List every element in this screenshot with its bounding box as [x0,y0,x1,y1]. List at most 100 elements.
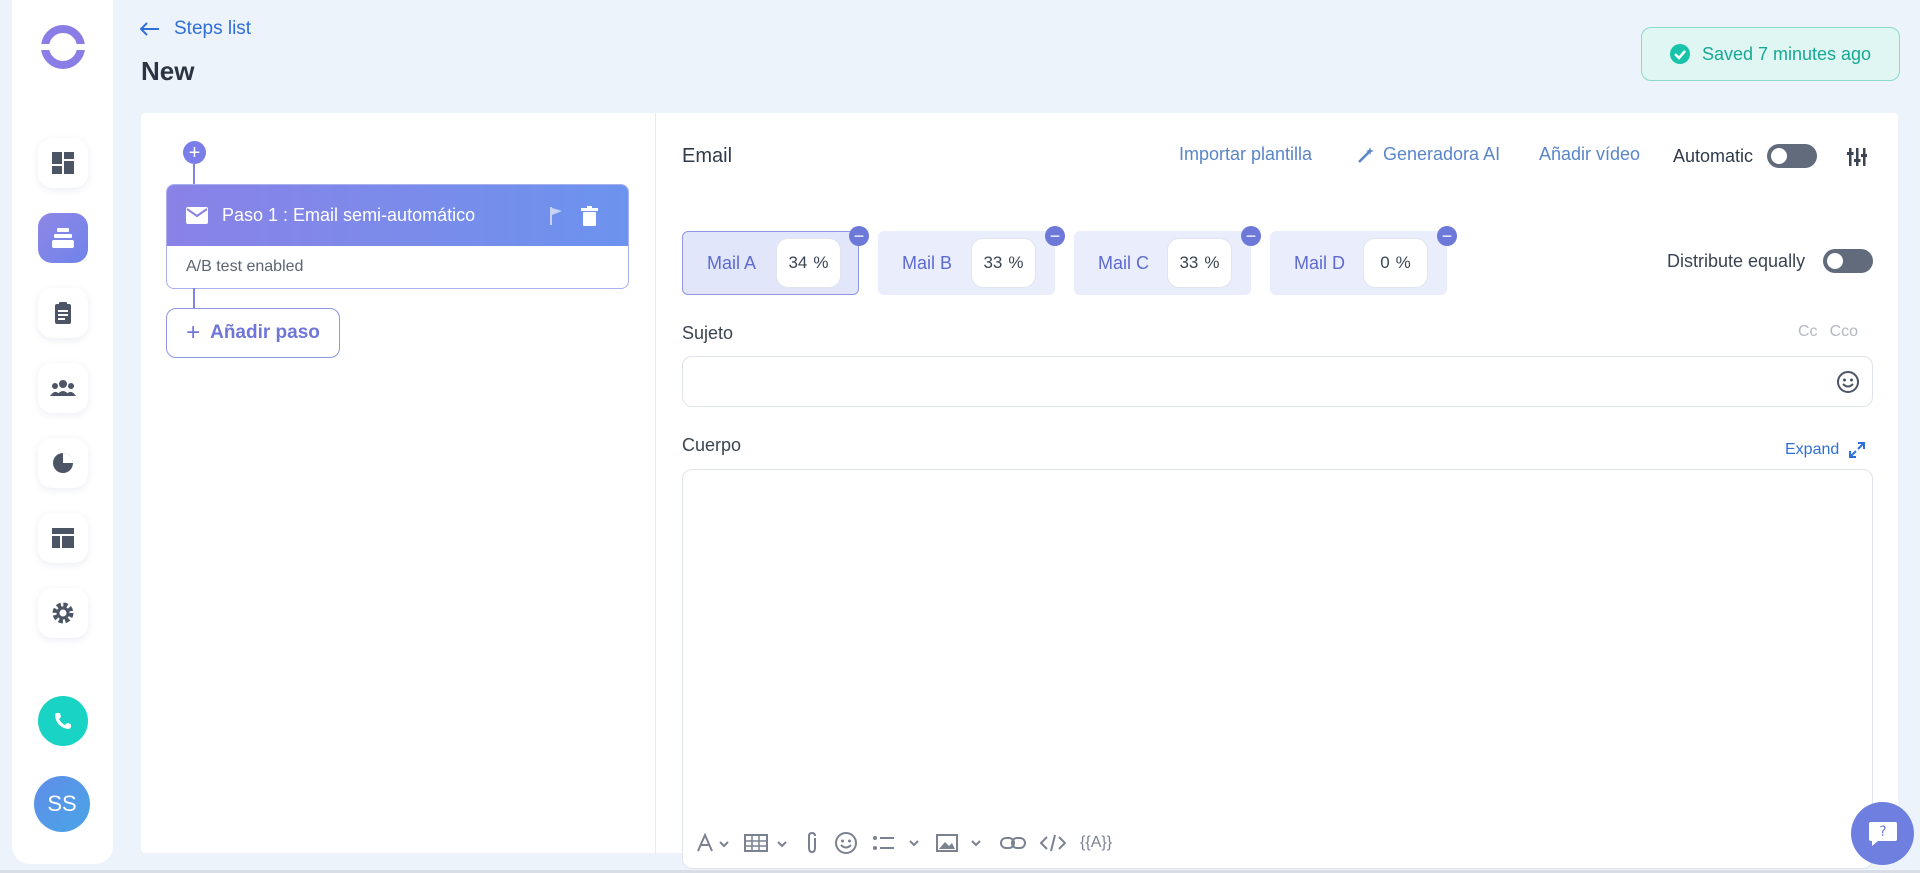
dashboard-icon [52,152,74,174]
steps-connector [193,163,195,185]
people-icon [50,380,76,396]
sidebar-item-templates[interactable] [38,513,88,563]
sidebar-item-settings[interactable] [38,588,88,638]
automatic-toggle[interactable] [1767,144,1818,168]
body-label: Cuerpo [682,435,742,455]
remove-variant-button[interactable]: − [1437,226,1457,246]
variable-insert-button[interactable]: {{A}} [1080,834,1112,852]
automatic-toggle-group: Automatic [1673,144,1818,168]
page-title: New [141,56,195,86]
layout-icon [52,528,74,548]
attachment-icon[interactable] [804,832,820,854]
cc-links: Cc Cco [1798,323,1858,341]
mail-variant-name: Mail C [1098,252,1150,273]
mail-percent-value: 33 [1179,253,1199,272]
flag-icon[interactable] [549,206,563,226]
mail-percent-value: 0 [1380,253,1390,272]
mail-variant-name: Mail B [902,252,953,273]
ai-generator-label: Generadora AI [1383,144,1501,164]
percent-unit: % [1395,253,1411,272]
cc-link[interactable]: Cc [1798,323,1818,341]
logo-icon[interactable] [38,22,88,72]
subject-input[interactable] [682,356,1873,407]
code-icon[interactable] [1040,833,1066,853]
check-circle-icon [1669,44,1690,64]
add-video-link[interactable]: Añadir vídeo [1539,144,1640,165]
expand-icon [1849,442,1866,458]
pie-chart-icon [53,453,73,473]
mail-variant-c[interactable]: Mail C 33 % [1074,231,1251,295]
sidebar-item-tasks[interactable] [38,288,88,338]
percent-unit: % [1008,253,1024,272]
link-icon[interactable] [1000,835,1026,851]
sidebar: SS [12,0,113,864]
clipboard-icon [55,302,71,324]
magic-wand-icon [1358,146,1374,163]
phone-icon [55,713,71,729]
svg-text:?: ? [1879,824,1886,840]
editor-toolbar: {{A}} [696,831,1112,855]
sidebar-item-reports[interactable] [38,438,88,488]
trash-icon[interactable] [581,205,598,226]
step-title: Paso 1 : Email semi-automático [222,205,476,225]
help-chat-button[interactable]: ? [1851,802,1914,865]
subject-label: Sujeto [682,323,734,343]
sidebar-item-sequences[interactable] [38,213,88,263]
mail-variant-d[interactable]: Mail D 0 % [1270,231,1447,295]
step-header: Paso 1 : Email semi-automático [167,185,628,246]
sliders-icon[interactable] [1847,147,1867,167]
distribute-equally-toggle[interactable] [1823,249,1873,273]
phone-button[interactable] [38,696,88,746]
mail-percent-value: 33 [983,253,1003,272]
mail-percent-input[interactable]: 0 % [1363,238,1428,288]
table-icon[interactable] [744,833,790,853]
cco-link[interactable]: Cco [1830,323,1858,341]
image-icon[interactable] [936,833,986,853]
sidebar-item-dashboard[interactable] [38,138,88,188]
percent-unit: % [1204,253,1220,272]
email-section-label: Email [682,145,733,167]
saved-status-badge: Saved 7 minutes ago [1641,27,1900,81]
remove-variant-button[interactable]: − [1241,226,1261,246]
step-card[interactable]: Paso 1 : Email semi-automático A/B test … [166,184,629,289]
mail-variant-name: Mail D [1294,252,1346,273]
list-icon[interactable] [872,833,922,853]
back-link[interactable]: Steps list [140,18,251,40]
text-format-icon[interactable] [696,833,730,853]
automatic-label: Automatic [1673,145,1754,166]
sequences-icon [52,228,74,248]
gear-icon [52,602,74,624]
expand-link[interactable]: Expand [1785,441,1866,459]
mail-variant-a[interactable]: Mail A 34 % [682,231,859,295]
envelope-icon [186,207,208,224]
mail-variant-b[interactable]: Mail B 33 % [878,231,1055,295]
emoji-icon[interactable] [1836,370,1860,394]
mail-variant-name: Mail A [707,252,757,273]
mail-percent-value: 34 [788,253,808,272]
import-template-link[interactable]: Importar plantilla [1179,144,1312,165]
step-subtitle: A/B test enabled [186,258,304,275]
add-step-label: Añadir paso [210,322,320,343]
add-video-label: Añadir vídeo [1539,144,1641,164]
plus-icon: + [186,319,201,346]
remove-variant-button[interactable]: − [1045,226,1065,246]
body-editor[interactable] [682,469,1873,869]
mail-percent-input[interactable]: 34 % [776,238,841,288]
panel-divider [655,113,656,853]
back-link-label: Steps list [174,18,252,39]
add-step-top-button[interactable]: + [183,141,206,164]
percent-unit: % [813,253,829,272]
add-step-button[interactable]: + Añadir paso [166,308,340,358]
distribute-equally-label: Distribute equally [1667,251,1806,271]
expand-label: Expand [1785,441,1840,458]
saved-status-text: Saved 7 minutes ago [1701,43,1872,64]
mail-percent-input[interactable]: 33 % [1167,238,1232,288]
emoji-icon[interactable] [834,831,858,855]
arrow-left-icon [140,22,159,36]
mail-percent-input[interactable]: 33 % [971,238,1036,288]
ai-generator-link[interactable]: Generadora AI [1357,144,1500,165]
steps-connector-bottom [193,288,195,308]
avatar[interactable]: SS [34,776,90,832]
sidebar-item-contacts[interactable] [38,363,88,413]
remove-variant-button[interactable]: − [849,226,869,246]
